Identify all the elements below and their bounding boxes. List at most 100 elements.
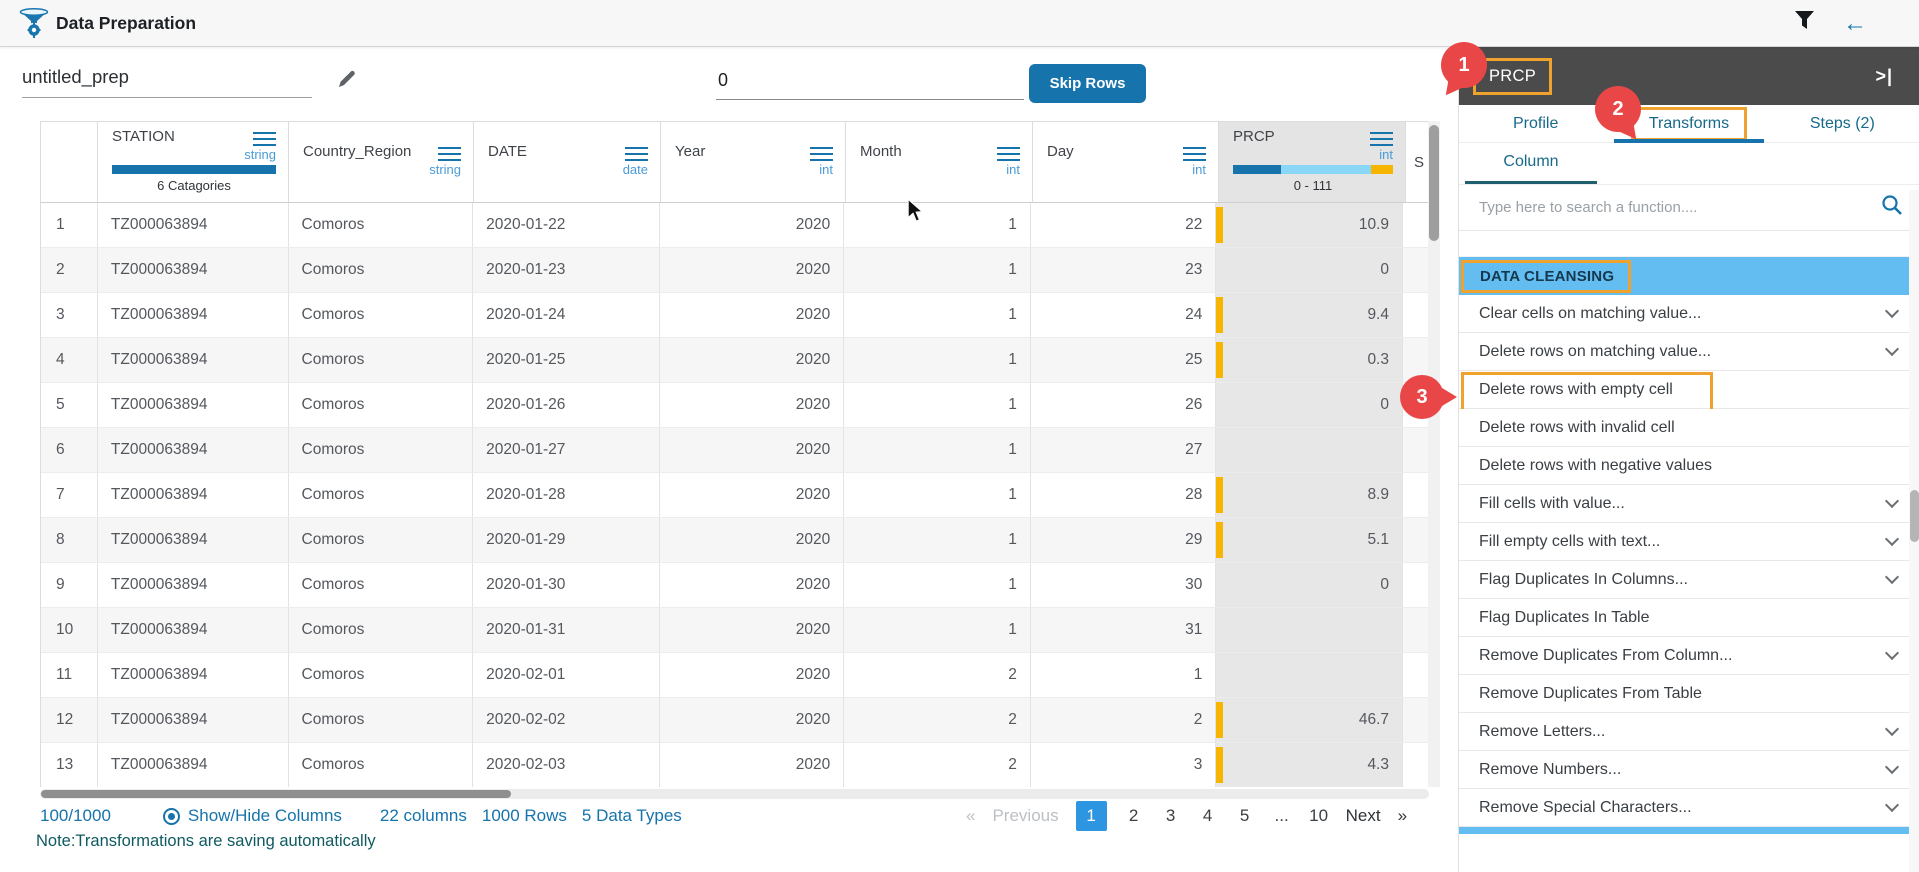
prcp-cell[interactable]: 5.1	[1216, 518, 1403, 562]
page-number-button[interactable]: 10	[1309, 806, 1329, 826]
data-types-label[interactable]: 5 Data Types	[582, 806, 682, 826]
prcp-cell[interactable]: 0.3	[1216, 338, 1403, 382]
station-cell[interactable]: TZ000063894	[98, 563, 289, 607]
prcp-cell[interactable]: 46.7	[1216, 698, 1403, 742]
prcp-cell[interactable]	[1216, 428, 1403, 472]
function-list-item[interactable]: Remove Numbers...	[1459, 751, 1919, 789]
column-header-day[interactable]: Day int	[1033, 122, 1219, 202]
show-hide-columns-button[interactable]: Show/Hide Columns	[163, 806, 342, 826]
day-cell[interactable]: 22	[1031, 203, 1217, 247]
station-cell[interactable]: TZ000063894	[98, 743, 289, 787]
scrollbar-thumb[interactable]	[1429, 125, 1439, 241]
page-number-button[interactable]: 5	[1235, 806, 1255, 826]
column-header-year[interactable]: Year int	[661, 122, 846, 202]
prcp-cell[interactable]	[1216, 653, 1403, 697]
station-cell[interactable]: TZ000063894	[98, 518, 289, 562]
day-cell[interactable]: 31	[1031, 608, 1217, 652]
station-cell[interactable]: TZ000063894	[98, 608, 289, 652]
function-list-item[interactable]: Flag Duplicates In Columns...	[1459, 561, 1919, 599]
station-cell[interactable]: TZ000063894	[98, 428, 289, 472]
date-cell[interactable]: 2020-01-31	[473, 608, 660, 652]
column-header-month[interactable]: Month int	[846, 122, 1033, 202]
month-cell[interactable]: 1	[844, 248, 1031, 292]
table-row[interactable]: 13 TZ000063894 Comoros 2020-02-03 2020 2…	[41, 743, 1429, 787]
function-list-item[interactable]: Delete rows with invalid cell	[1459, 409, 1919, 447]
prcp-cell[interactable]: 10.9	[1216, 203, 1403, 247]
filter-icon[interactable]	[1794, 10, 1815, 37]
column-menu-icon[interactable]	[625, 147, 648, 161]
column-menu-icon[interactable]	[997, 147, 1020, 161]
month-cell[interactable]: 2	[844, 698, 1031, 742]
day-cell[interactable]: 3	[1031, 743, 1217, 787]
column-menu-icon[interactable]	[1370, 132, 1393, 146]
month-cell[interactable]: 2	[844, 743, 1031, 787]
country-region-cell[interactable]: Comoros	[289, 743, 474, 787]
skip-rows-button[interactable]: Skip Rows	[1029, 64, 1146, 103]
year-cell[interactable]: 2020	[660, 653, 845, 697]
month-cell[interactable]: 1	[844, 293, 1031, 337]
month-cell[interactable]: 1	[844, 518, 1031, 562]
year-cell[interactable]: 2020	[660, 203, 845, 247]
year-cell[interactable]: 2020	[660, 338, 845, 382]
year-cell[interactable]: 2020	[660, 248, 845, 292]
day-cell[interactable]: 28	[1031, 473, 1217, 517]
station-cell[interactable]: TZ000063894	[98, 473, 289, 517]
column-menu-icon[interactable]	[810, 147, 833, 161]
function-list-item[interactable]: Remove Letters...	[1459, 713, 1919, 751]
column-header-date[interactable]: DATE date	[474, 122, 661, 202]
function-list-item[interactable]: Remove Duplicates From Table	[1459, 675, 1919, 713]
date-cell[interactable]: 2020-01-26	[473, 383, 660, 427]
scrollbar-thumb[interactable]	[41, 790, 511, 798]
table-horizontal-scrollbar[interactable]	[40, 789, 1429, 799]
country-region-cell[interactable]: Comoros	[289, 608, 474, 652]
tab-steps[interactable]: Steps (2)	[1766, 105, 1919, 142]
date-cell[interactable]: 2020-02-02	[473, 698, 660, 742]
country-region-cell[interactable]: Comoros	[289, 338, 474, 382]
page-number-button[interactable]: 1	[1076, 801, 1107, 831]
date-cell[interactable]: 2020-01-28	[473, 473, 660, 517]
previous-page-button[interactable]: Previous	[992, 806, 1058, 826]
country-region-cell[interactable]: Comoros	[289, 248, 474, 292]
day-cell[interactable]: 27	[1031, 428, 1217, 472]
table-row[interactable]: 12 TZ000063894 Comoros 2020-02-02 2020 2…	[41, 698, 1429, 743]
table-row[interactable]: 7 TZ000063894 Comoros 2020-01-28 2020 1 …	[41, 473, 1429, 518]
month-cell[interactable]: 1	[844, 428, 1031, 472]
back-arrow-icon[interactable]: ←	[1843, 12, 1867, 36]
year-cell[interactable]: 2020	[660, 608, 845, 652]
columns-count-label[interactable]: 22 columns	[380, 806, 467, 826]
day-cell[interactable]: 1	[1031, 653, 1217, 697]
page-number-button[interactable]: 3	[1161, 806, 1181, 826]
country-region-cell[interactable]: Comoros	[289, 473, 474, 517]
column-header-country-region[interactable]: Country_Region string	[289, 122, 474, 202]
table-row[interactable]: 5 TZ000063894 Comoros 2020-01-26 2020 1 …	[41, 383, 1429, 428]
month-cell[interactable]: 1	[844, 338, 1031, 382]
station-cell[interactable]: TZ000063894	[98, 383, 289, 427]
table-row[interactable]: 1 TZ000063894 Comoros 2020-01-22 2020 1 …	[41, 203, 1429, 248]
column-header-station[interactable]: STATION string 6 Catagories	[98, 122, 289, 202]
page-number-button[interactable]: 2	[1124, 806, 1144, 826]
date-cell[interactable]: 2020-01-25	[473, 338, 660, 382]
column-header-prcp[interactable]: PRCP int 0 - 111	[1219, 122, 1406, 202]
station-cell[interactable]: TZ000063894	[98, 203, 289, 247]
year-cell[interactable]: 2020	[660, 473, 845, 517]
year-cell[interactable]: 2020	[660, 563, 845, 607]
next-page-symbol[interactable]: »	[1398, 806, 1407, 826]
date-cell[interactable]: 2020-01-30	[473, 563, 660, 607]
station-cell[interactable]: TZ000063894	[98, 653, 289, 697]
day-cell[interactable]: 24	[1031, 293, 1217, 337]
date-cell[interactable]: 2020-01-22	[473, 203, 660, 247]
prcp-cell[interactable]: 9.4	[1216, 293, 1403, 337]
panel-scrollbar[interactable]	[1909, 190, 1919, 872]
function-list-item[interactable]: Remove Duplicates From Column...	[1459, 637, 1919, 675]
country-region-cell[interactable]: Comoros	[289, 383, 474, 427]
function-list-item[interactable]: Delete rows with empty cell	[1459, 371, 1919, 409]
subtab-column[interactable]: Column	[1465, 153, 1597, 184]
country-region-cell[interactable]: Comoros	[289, 203, 474, 247]
prcp-cell[interactable]: 8.9	[1216, 473, 1403, 517]
day-cell[interactable]: 30	[1031, 563, 1217, 607]
country-region-cell[interactable]: Comoros	[289, 698, 474, 742]
skip-rows-input[interactable]	[716, 68, 1024, 100]
month-cell[interactable]: 1	[844, 563, 1031, 607]
column-menu-icon[interactable]	[1183, 147, 1206, 161]
month-cell[interactable]: 1	[844, 383, 1031, 427]
